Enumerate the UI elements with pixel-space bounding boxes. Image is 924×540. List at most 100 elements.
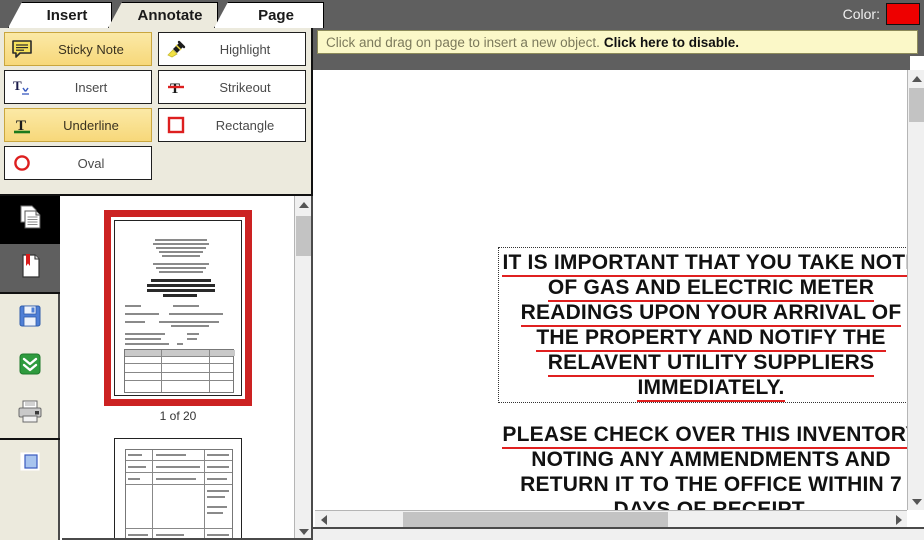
viewer-top-shadow-band (313, 56, 910, 70)
chevron-down-icon (298, 528, 309, 535)
rectangle-icon (159, 109, 193, 141)
viewer-scroll-down-button[interactable] (908, 493, 924, 510)
underlined-text-run: THE PROPERTY AND NOTIFY THE (536, 326, 886, 352)
thumbnail-scroll-up-button[interactable] (295, 196, 311, 213)
pdf-annotator-window: Insert Annotate Page Color: Sticky Note … (0, 0, 924, 540)
underlined-text-run: READINGS UPON YOUR ARRIVAL OF (520, 301, 902, 327)
underlined-text-run: IT IS IMPORTANT THAT YOU TAKE NOTE (502, 251, 907, 277)
viewer-scroll-right-button[interactable] (890, 511, 907, 528)
underlined-text-run: IMMEDIATELY. (637, 376, 785, 402)
underlined-text-run: RELAVENT UTILITY SUPPLIERS (547, 351, 875, 377)
chevron-left-icon (320, 514, 327, 525)
thumbnail-caption: 1 of 20 (159, 409, 197, 423)
rail-item-layout[interactable] (0, 440, 60, 488)
annotation-line: RETURN IT TO THE OFFICE WITHIN 7 (501, 472, 907, 497)
tool-button-strikeout[interactable]: T Strikeout (158, 70, 306, 104)
annotation-line: READINGS UPON YOUR ARRIVAL OF (501, 300, 907, 327)
window-bottom-edge (313, 527, 924, 540)
rail-item-export[interactable] (0, 342, 60, 390)
svg-text:T: T (13, 78, 22, 93)
thumbnail-frame[interactable] (111, 435, 245, 538)
oval-icon (5, 147, 39, 179)
tab-page-label: Page (258, 7, 294, 24)
annotation-line: RELAVENT UTILITY SUPPLIERS (501, 350, 907, 377)
chevron-up-icon (911, 75, 922, 82)
left-icon-rail (0, 196, 60, 540)
tool-label-underline: Underline (63, 117, 119, 133)
annotation-line: NOTING ANY AMMENDMENTS AND (501, 447, 907, 472)
chevron-up-icon (298, 201, 309, 208)
tool-button-highlight[interactable]: Highlight (158, 32, 306, 66)
bookmark-page-icon (16, 251, 44, 286)
rail-item-pages[interactable] (0, 196, 60, 244)
document-viewer[interactable]: IT IS IMPORTANT THAT YOU TAKE NOTE OF GAS… (315, 70, 907, 510)
ribbon-tabstrip: Insert Annotate Page Color: (0, 0, 924, 28)
thumbnail-item[interactable] (62, 427, 294, 538)
annotation-line: IT IS IMPORTANT THAT YOU TAKE NOTE (501, 250, 907, 277)
highlight-marker-icon (159, 33, 193, 65)
text-run: RETURN IT TO THE OFFICE WITHIN 7 (520, 473, 902, 496)
viewer-scrollbar-vertical[interactable] (907, 70, 924, 510)
insert-text-icon: T (5, 71, 39, 103)
thumbnail-page-2 (114, 438, 242, 538)
thumbnail-scroll-down-button[interactable] (295, 523, 311, 538)
tool-label-oval: Oval (77, 155, 105, 171)
annotation-text-block[interactable]: PLEASE CHECK OVER THIS INVENTORY NOTING A… (501, 422, 907, 510)
tool-label-rectangle: Rectangle (215, 117, 275, 133)
tool-label-highlight: Highlight (219, 41, 271, 57)
pages-copy-icon (16, 203, 44, 238)
notification-bar: Click and drag on page to insert a new o… (317, 30, 918, 54)
color-picker-area: Color: (843, 0, 924, 28)
svg-text:T: T (170, 81, 180, 97)
thumbnail-list[interactable]: 1 of 20 (62, 196, 294, 538)
annotation-line: OF GAS AND ELECTRIC METER (501, 275, 907, 302)
underlined-text-run: OF GAS AND ELECTRIC METER (547, 276, 875, 302)
tool-button-rectangle[interactable]: Rectangle (158, 108, 306, 142)
tab-annotate[interactable]: Annotate (108, 2, 218, 28)
tab-page[interactable]: Page (214, 2, 324, 28)
annotate-tool-grid: Sticky Note Highlight T Insert T Strikeo… (4, 32, 306, 180)
color-swatch[interactable] (886, 3, 920, 25)
viewer-scrollbar-horizontal[interactable] (315, 510, 907, 528)
text-run: NOTING ANY AMMENDMENTS AND (531, 448, 891, 471)
annotation-line: IMMEDIATELY. (501, 375, 907, 402)
tool-label-insert: Insert (74, 79, 108, 95)
annotation-text-block-selected[interactable]: IT IS IMPORTANT THAT YOU TAKE NOTE OF GAS… (498, 247, 907, 403)
rail-item-print[interactable] (0, 390, 60, 438)
annotate-toolbar-panel: Sticky Note Highlight T Insert T Strikeo… (0, 28, 313, 196)
viewer-hscrollbar-thumb[interactable] (403, 512, 668, 527)
thumbnail-scrollbar-vertical[interactable] (294, 196, 311, 538)
tab-insert[interactable]: Insert (8, 2, 112, 28)
annotation-line: PLEASE CHECK OVER THIS INVENTORY (501, 422, 907, 449)
rail-item-bookmarks[interactable] (0, 244, 60, 292)
text-run: DAYS OF RECEIPT. (613, 498, 809, 510)
notification-bar-wrapper: Click and drag on page to insert a new o… (313, 28, 924, 56)
thumbnail-scrollbar-thumb[interactable] (296, 216, 311, 256)
tool-button-insert[interactable]: T Insert (4, 70, 152, 104)
chevron-down-icon (911, 498, 922, 505)
annotation-line: DAYS OF RECEIPT. (501, 497, 907, 510)
underlined-text-run: PLEASE CHECK OVER THIS INVENTORY (502, 423, 907, 449)
viewer-scroll-left-button[interactable] (315, 511, 332, 528)
sticky-note-icon (5, 33, 39, 65)
rail-item-save[interactable] (0, 294, 60, 342)
notification-text: Click and drag on page to insert a new o… (326, 34, 600, 50)
printer-icon (16, 399, 44, 430)
strikeout-icon: T (159, 71, 193, 103)
thumbnail-panel: 1 of 20 (62, 196, 313, 540)
tool-button-oval[interactable]: Oval (4, 146, 152, 180)
notification-disable-link[interactable]: Click here to disable. (604, 35, 739, 50)
thumbnail-page-1 (114, 220, 242, 396)
tool-label-strikeout: Strikeout (219, 79, 271, 95)
chevron-right-icon (895, 514, 902, 525)
thumbnail-item[interactable]: 1 of 20 (62, 196, 294, 427)
color-label: Color: (842, 6, 880, 22)
thumbnail-selected-frame[interactable] (104, 210, 252, 406)
tool-button-underline[interactable]: T Underline (4, 108, 152, 142)
viewer-scroll-up-button[interactable] (908, 70, 924, 87)
tool-button-sticky-note[interactable]: Sticky Note (4, 32, 152, 66)
export-down-icon (17, 351, 43, 382)
viewer-scrollbar-thumb[interactable] (909, 88, 924, 122)
underline-icon: T (5, 109, 39, 141)
save-floppy-icon (17, 303, 43, 334)
